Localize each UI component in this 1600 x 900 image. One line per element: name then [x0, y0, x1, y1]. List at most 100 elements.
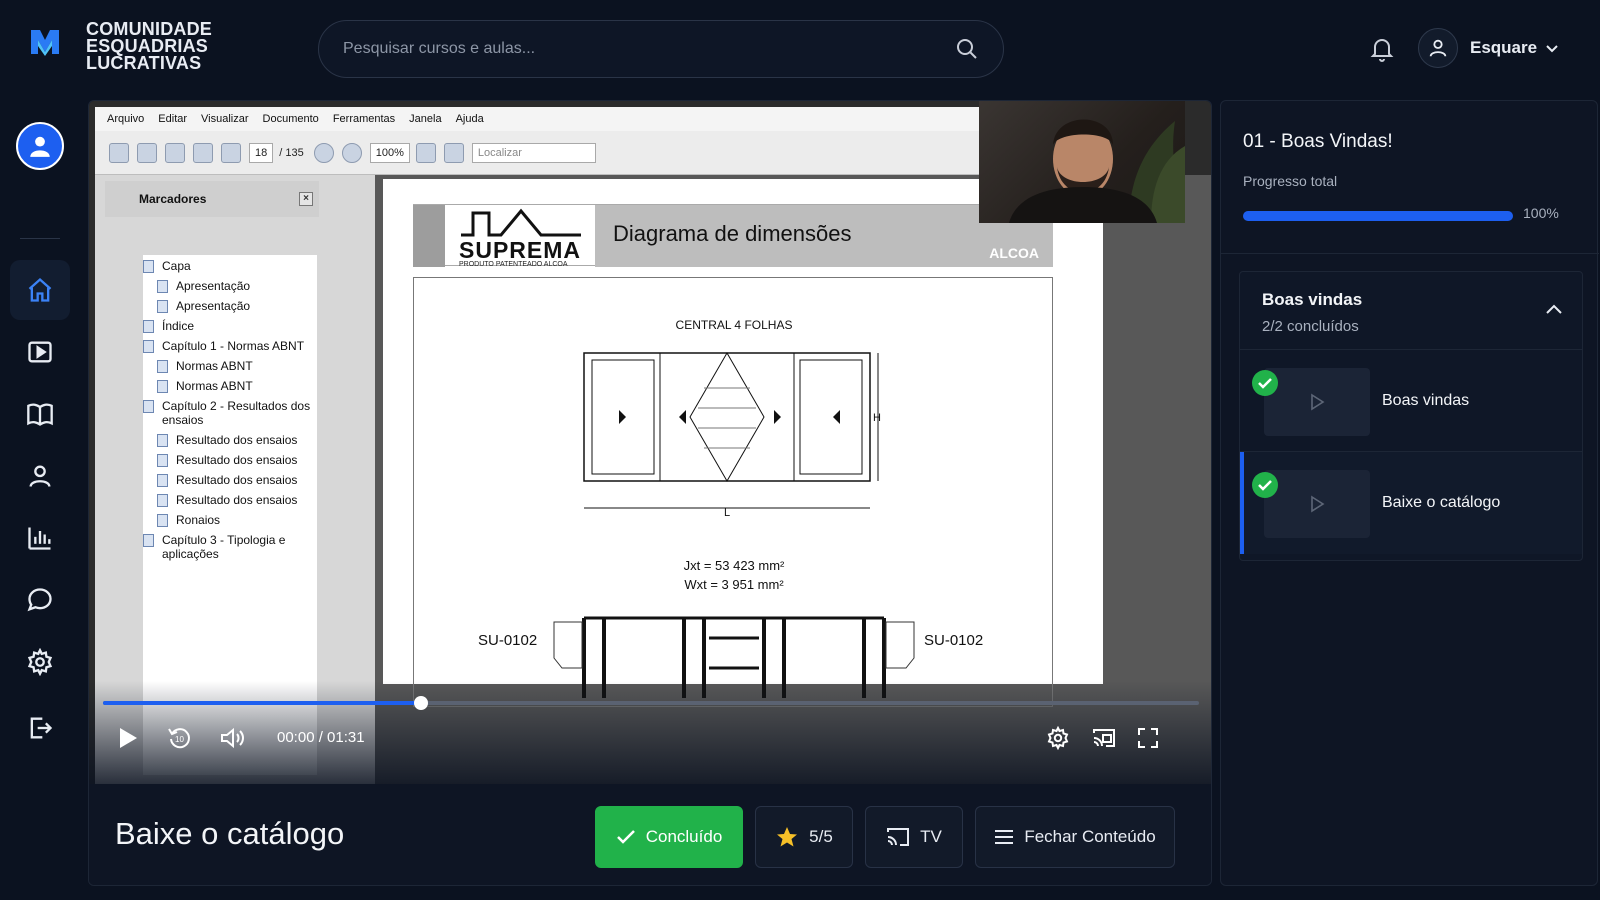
lesson-item-active[interactable]: Baixe o catálogo [1240, 452, 1582, 554]
document-icon [157, 360, 168, 373]
search-bar [318, 20, 1004, 78]
close-content-label: Fechar Conteúdo [1024, 827, 1156, 846]
presenter-webcam [979, 101, 1185, 223]
panel-divider [1221, 253, 1599, 254]
sidebar-item-logout[interactable] [10, 698, 70, 758]
suprema-logo-icon [461, 208, 581, 237]
dimension-h-label: H [873, 412, 881, 424]
sidebar-item-videos[interactable] [10, 322, 70, 382]
sidebar-item-profile[interactable] [10, 446, 70, 506]
video-progress-thumb[interactable] [413, 696, 428, 710]
video-settings-button[interactable] [1043, 723, 1073, 753]
sidebar-item-home[interactable] [10, 260, 70, 320]
profile-avatar[interactable] [16, 122, 64, 170]
list-item: Capítulo 3 - Tipologia e aplicações [143, 533, 317, 561]
profile-label-right: SU-0102 [924, 632, 984, 649]
list-item: Ronaios [143, 513, 317, 527]
cast-button[interactable] [1089, 723, 1119, 753]
mark-complete-button[interactable]: Concluído [595, 806, 743, 868]
pdf-menubar: Arquivo Editar Visualizar Documento Ferr… [95, 107, 1085, 131]
video-controls-row: 10 00:00 / 01:31 [89, 723, 1211, 759]
user-avatar[interactable] [1418, 28, 1458, 68]
volume-button[interactable] [217, 723, 247, 753]
dimension-l-label: L [724, 507, 730, 518]
course-panel: 01 - Boas Vindas! Progresso total 100% B… [1220, 100, 1599, 886]
video-progress-fill [103, 701, 421, 705]
mark-complete-label: Concluído [645, 827, 723, 846]
brand-line-3: LUCRATIVAS [86, 53, 202, 73]
list-item: Normas ABNT [143, 359, 317, 373]
svg-text:10: 10 [175, 735, 184, 744]
document-icon [157, 474, 168, 487]
list-item: Resultado dos ensaios [143, 473, 317, 487]
play-icon [1311, 495, 1325, 513]
diagram-caption: CENTRAL 4 FOLHAS [675, 318, 793, 332]
user-icon [29, 465, 51, 487]
sidebar-item-reports[interactable] [10, 508, 70, 568]
arrow-down-icon [221, 142, 241, 163]
tv-label: TV [920, 827, 942, 846]
comment-icon [165, 142, 185, 163]
menu-icon [995, 830, 1014, 844]
play-icon [1311, 393, 1325, 411]
print-icon [109, 142, 129, 163]
course-progress-percent: 100% [1523, 205, 1559, 221]
stat-wxt: Wxt = 3 951 mm² [684, 577, 784, 592]
video-progress-track[interactable] [103, 696, 1199, 710]
user-icon [1429, 39, 1447, 57]
star-icon [777, 827, 798, 847]
bell-icon[interactable] [1370, 36, 1394, 62]
document-icon [157, 514, 168, 527]
window-diagram: H L [583, 352, 881, 518]
pdf-menu-item: Janela [409, 113, 442, 125]
document-icon [157, 380, 168, 393]
course-progress-track [1243, 211, 1513, 221]
document-icon [157, 280, 168, 293]
video-player-panel: Arquivo Editar Visualizar Documento Ferr… [88, 100, 1212, 886]
sidebar-divider [20, 238, 60, 239]
document-icon [143, 260, 154, 273]
play-button[interactable] [113, 723, 143, 753]
rating-label: 5/5 [809, 827, 833, 846]
video-controls: 10 00:00 / 01:31 [89, 696, 1211, 784]
logout-icon [30, 717, 53, 739]
sidebar-item-community[interactable] [10, 570, 70, 630]
home-icon [28, 277, 52, 302]
list-item: Capítulo 1 - Normas ABNT [143, 339, 317, 353]
pdf-toolbar: 18 / 135 100% Localizar [95, 131, 1085, 175]
chevron-up-icon[interactable] [1542, 298, 1566, 322]
rewind-10-button[interactable]: 10 [165, 723, 195, 753]
pdf-menu-item: Arquivo [107, 113, 145, 125]
pdf-zoom: 100% [369, 142, 410, 163]
bookmarks-title: Marcadores [139, 192, 207, 206]
search-input[interactable] [343, 40, 955, 58]
diagram-stats: Jxt = 53 423 mm² Wxt = 3 951 mm² [414, 556, 1054, 594]
cast-icon [1093, 729, 1115, 747]
book-icon [27, 403, 53, 426]
lesson-thumbnail [1264, 470, 1370, 538]
list-item: Resultado dos ensaios [143, 493, 317, 507]
rating-button[interactable]: 5/5 [755, 806, 853, 868]
chat-icon [27, 588, 52, 612]
chart-icon [28, 527, 51, 550]
page-brand: SUPREMA [459, 237, 582, 263]
list-item: Capítulo 2 - Resultados dos ensaios [143, 399, 317, 427]
pdf-menu-item: Editar [158, 113, 188, 125]
course-progress-label: Progresso total [1243, 173, 1338, 189]
fullscreen-button[interactable] [1133, 723, 1163, 753]
pdf-find-field: Localizar [471, 142, 596, 163]
chevron-down-icon[interactable] [1545, 42, 1559, 56]
module-header[interactable]: Boas vindas 2/2 concluídos [1240, 272, 1582, 350]
tv-button[interactable]: TV [865, 806, 963, 868]
left-sidebar [0, 100, 80, 900]
video-frame[interactable]: Arquivo Editar Visualizar Documento Ferr… [89, 101, 1211, 784]
user-icon [30, 136, 50, 157]
search-icon[interactable] [955, 37, 979, 61]
brand-logo[interactable]: COMUNIDADE ESQUADRIAS LUCRATIVAS [28, 20, 212, 72]
close-content-button[interactable]: Fechar Conteúdo [975, 806, 1175, 868]
fullscreen-icon [1138, 728, 1158, 748]
sidebar-item-settings[interactable] [10, 632, 70, 692]
lesson-item[interactable]: Boas vindas [1240, 350, 1582, 452]
user-name[interactable]: Esquare [1470, 38, 1537, 58]
sidebar-item-library[interactable] [10, 384, 70, 444]
